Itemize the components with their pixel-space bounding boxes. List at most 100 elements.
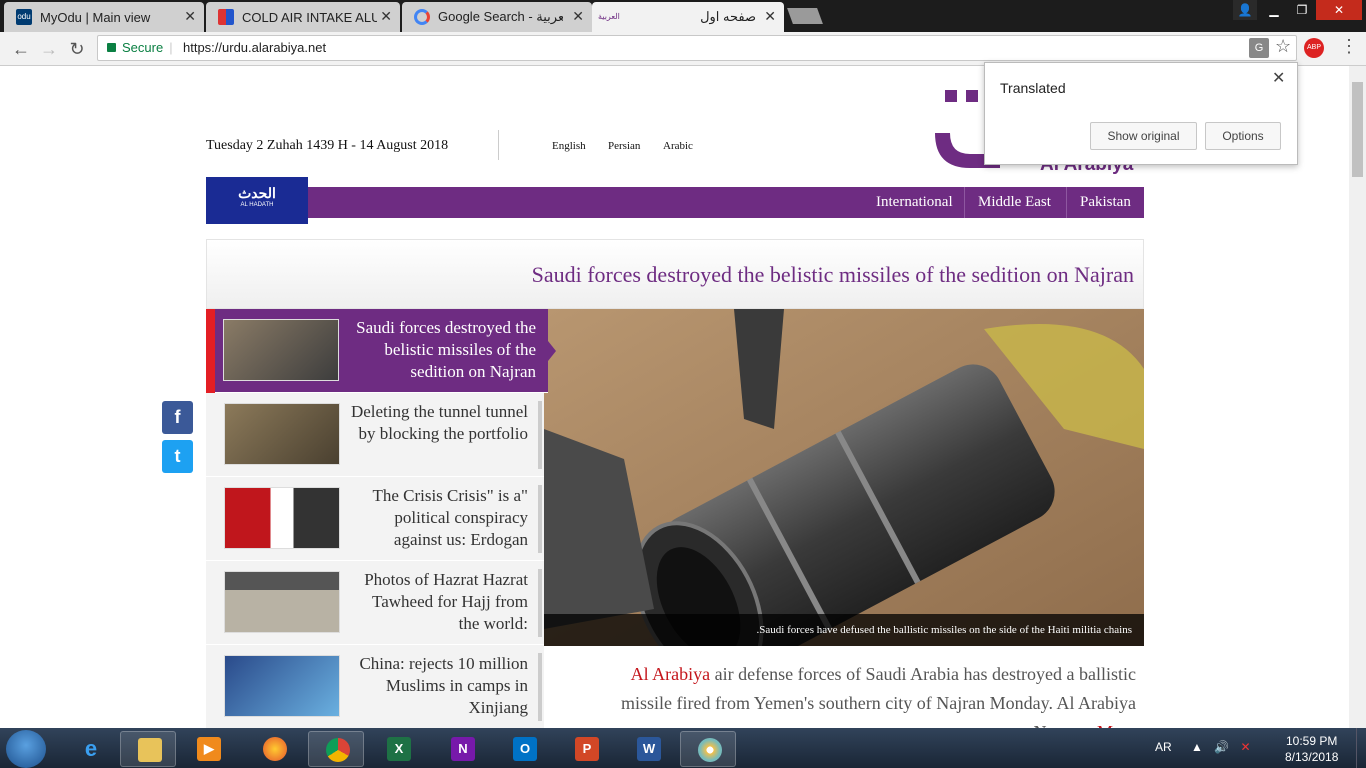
new-tab-button[interactable] bbox=[787, 8, 823, 24]
active-indicator bbox=[206, 309, 215, 393]
story-item[interactable]: Saudi forces destroyed the belistic miss… bbox=[215, 309, 548, 393]
taskbar-chrome[interactable] bbox=[308, 731, 364, 767]
story-title: The Crisis Crisis" is a" political consp… bbox=[372, 486, 528, 549]
google-icon bbox=[414, 9, 430, 25]
divider: | bbox=[169, 40, 173, 55]
network-icon[interactable]: ✕ bbox=[1241, 740, 1251, 754]
story-item[interactable]: The Crisis Crisis" is a" political consp… bbox=[206, 477, 544, 561]
lang-persian-link[interactable]: Persian bbox=[608, 140, 640, 152]
divider bbox=[538, 569, 542, 637]
story-title: Photos of Hazrat Hazrat Tawheed for Hajj… bbox=[364, 570, 528, 633]
lang-english-link[interactable]: English bbox=[552, 140, 586, 152]
odu-icon: odu bbox=[16, 9, 32, 25]
close-icon[interactable]: ✕ bbox=[184, 8, 196, 25]
close-icon[interactable]: ✕ bbox=[1272, 68, 1285, 88]
tab-title: صفحه اول bbox=[700, 9, 756, 24]
volume-icon[interactable]: 🔊 bbox=[1214, 740, 1229, 754]
clock-date: 8/13/2018 bbox=[1285, 750, 1339, 764]
clock[interactable]: 10:59 PM 8/13/2018 bbox=[1285, 733, 1338, 765]
adblock-icon[interactable]: ABP bbox=[1304, 38, 1324, 58]
active-arrow bbox=[548, 341, 556, 361]
taskbar-paint[interactable] bbox=[680, 731, 736, 767]
tab-cold-air-intake[interactable]: COLD AIR INTAKE ALUMI ✕ bbox=[206, 2, 400, 32]
tab-myodu[interactable]: odu MyOdu | Main view ✕ bbox=[4, 2, 204, 32]
show-original-button[interactable]: Show original bbox=[1090, 122, 1197, 150]
nav-divider bbox=[964, 187, 965, 218]
main-story-image[interactable] bbox=[544, 309, 1144, 646]
secure-indicator[interactable]: Secure | bbox=[107, 40, 173, 55]
tab-google-search[interactable]: Google Search - العربية ✕ bbox=[402, 2, 592, 32]
start-button[interactable] bbox=[6, 730, 46, 768]
close-icon[interactable]: ✕ bbox=[572, 8, 584, 25]
nav-pakistan[interactable]: Pakistan bbox=[1070, 187, 1141, 218]
taskbar-onenote[interactable]: N bbox=[434, 731, 490, 767]
chrome-icon bbox=[326, 738, 350, 762]
story-item[interactable]: China: rejects 10 million Muslims in cam… bbox=[206, 645, 544, 729]
back-icon[interactable]: ← bbox=[10, 38, 32, 60]
url-text[interactable]: https://urdu.alarabiya.net bbox=[183, 40, 326, 55]
alhadath-logo[interactable]: الحدث AL HADATH bbox=[206, 177, 308, 224]
tab-title: MyOdu | Main view bbox=[40, 9, 151, 25]
minimize-button[interactable]: ▁ bbox=[1260, 0, 1288, 20]
story-item[interactable]: Deleting the tunnel tunnel by blocking t… bbox=[206, 393, 544, 477]
show-desktop-button[interactable] bbox=[1356, 728, 1366, 768]
alarabiya-icon: العربية bbox=[598, 12, 620, 21]
firefox-icon bbox=[263, 737, 287, 761]
secure-label: Secure bbox=[122, 40, 164, 55]
close-icon[interactable]: ✕ bbox=[380, 8, 392, 25]
nav-middle-east[interactable]: Middle East bbox=[968, 187, 1061, 218]
story-thumbnail bbox=[224, 487, 340, 549]
menu-icon[interactable]: ⋮ bbox=[1340, 36, 1358, 57]
image-caption: .Saudi forces have defused the ballistic… bbox=[544, 614, 1144, 646]
star-icon[interactable]: ☆ bbox=[1275, 36, 1291, 57]
taskbar-excel[interactable]: X bbox=[370, 731, 426, 767]
divider bbox=[498, 130, 499, 160]
system-tray: AR ▲ 🔊 ✕ bbox=[1155, 740, 1251, 754]
popup-title: Translated bbox=[1000, 80, 1066, 96]
options-button[interactable]: Options bbox=[1205, 122, 1281, 150]
divider bbox=[538, 485, 542, 553]
main-headline[interactable]: Saudi forces destroyed the belistic miss… bbox=[532, 262, 1134, 288]
story-title: Saudi forces destroyed the belistic miss… bbox=[356, 318, 536, 381]
tab-title: COLD AIR INTAKE ALUMI bbox=[242, 9, 377, 25]
language-indicator[interactable]: AR bbox=[1155, 740, 1172, 754]
story-title: China: rejects 10 million Muslims in cam… bbox=[359, 654, 528, 717]
forward-icon[interactable]: → bbox=[38, 38, 60, 60]
story-title: Deleting the tunnel tunnel by blocking t… bbox=[350, 402, 528, 443]
story-thumbnail bbox=[223, 319, 339, 381]
translate-icon[interactable]: G bbox=[1249, 38, 1269, 58]
scrollbar-thumb[interactable] bbox=[1352, 82, 1363, 177]
taskbar-word[interactable]: W bbox=[620, 731, 676, 767]
word-icon: W bbox=[637, 737, 661, 761]
date-text: Tuesday 2 Zuhah 1439 H - 14 August 2018 bbox=[206, 138, 449, 153]
tab-alarabiya[interactable]: العربية صفحه اول ✕ bbox=[592, 2, 784, 32]
twitter-icon[interactable]: t bbox=[162, 440, 193, 473]
close-icon[interactable]: ✕ bbox=[764, 8, 776, 25]
hadath-label: الحدث bbox=[238, 185, 276, 201]
hadath-sub: AL HADATH bbox=[240, 202, 274, 208]
ie-icon: e bbox=[84, 736, 98, 761]
show-hidden-icons-icon[interactable]: ▲ bbox=[1191, 740, 1203, 754]
taskbar-firefox[interactable] bbox=[246, 731, 302, 767]
lock-icon bbox=[107, 43, 116, 52]
taskbar-explorer[interactable] bbox=[120, 731, 176, 767]
divider bbox=[538, 401, 542, 469]
close-window-button[interactable]: ✕ bbox=[1316, 0, 1362, 20]
user-icon[interactable]: 👤 bbox=[1233, 0, 1257, 20]
powerpoint-icon: P bbox=[575, 737, 599, 761]
maximize-button[interactable]: ❐ bbox=[1288, 0, 1316, 20]
facebook-icon[interactable]: f bbox=[162, 401, 193, 434]
tab-title: Google Search - العربية bbox=[438, 9, 563, 24]
nav-international[interactable]: International bbox=[866, 187, 963, 218]
lang-arabic-link[interactable]: Arabic bbox=[663, 140, 693, 152]
taskbar-outlook[interactable]: O bbox=[496, 731, 552, 767]
taskbar-media[interactable]: ▶ bbox=[180, 731, 236, 767]
folder-icon bbox=[138, 738, 162, 762]
reload-icon[interactable]: ↻ bbox=[66, 38, 88, 60]
taskbar-ie[interactable]: e bbox=[62, 731, 118, 767]
onenote-icon: N bbox=[451, 737, 475, 761]
taskbar-powerpoint[interactable]: P bbox=[558, 731, 614, 767]
excel-icon: X bbox=[387, 737, 411, 761]
story-item[interactable]: Photos of Hazrat Hazrat Tawheed for Hajj… bbox=[206, 561, 544, 645]
article-source-link[interactable]: Al Arabiya bbox=[631, 664, 710, 684]
